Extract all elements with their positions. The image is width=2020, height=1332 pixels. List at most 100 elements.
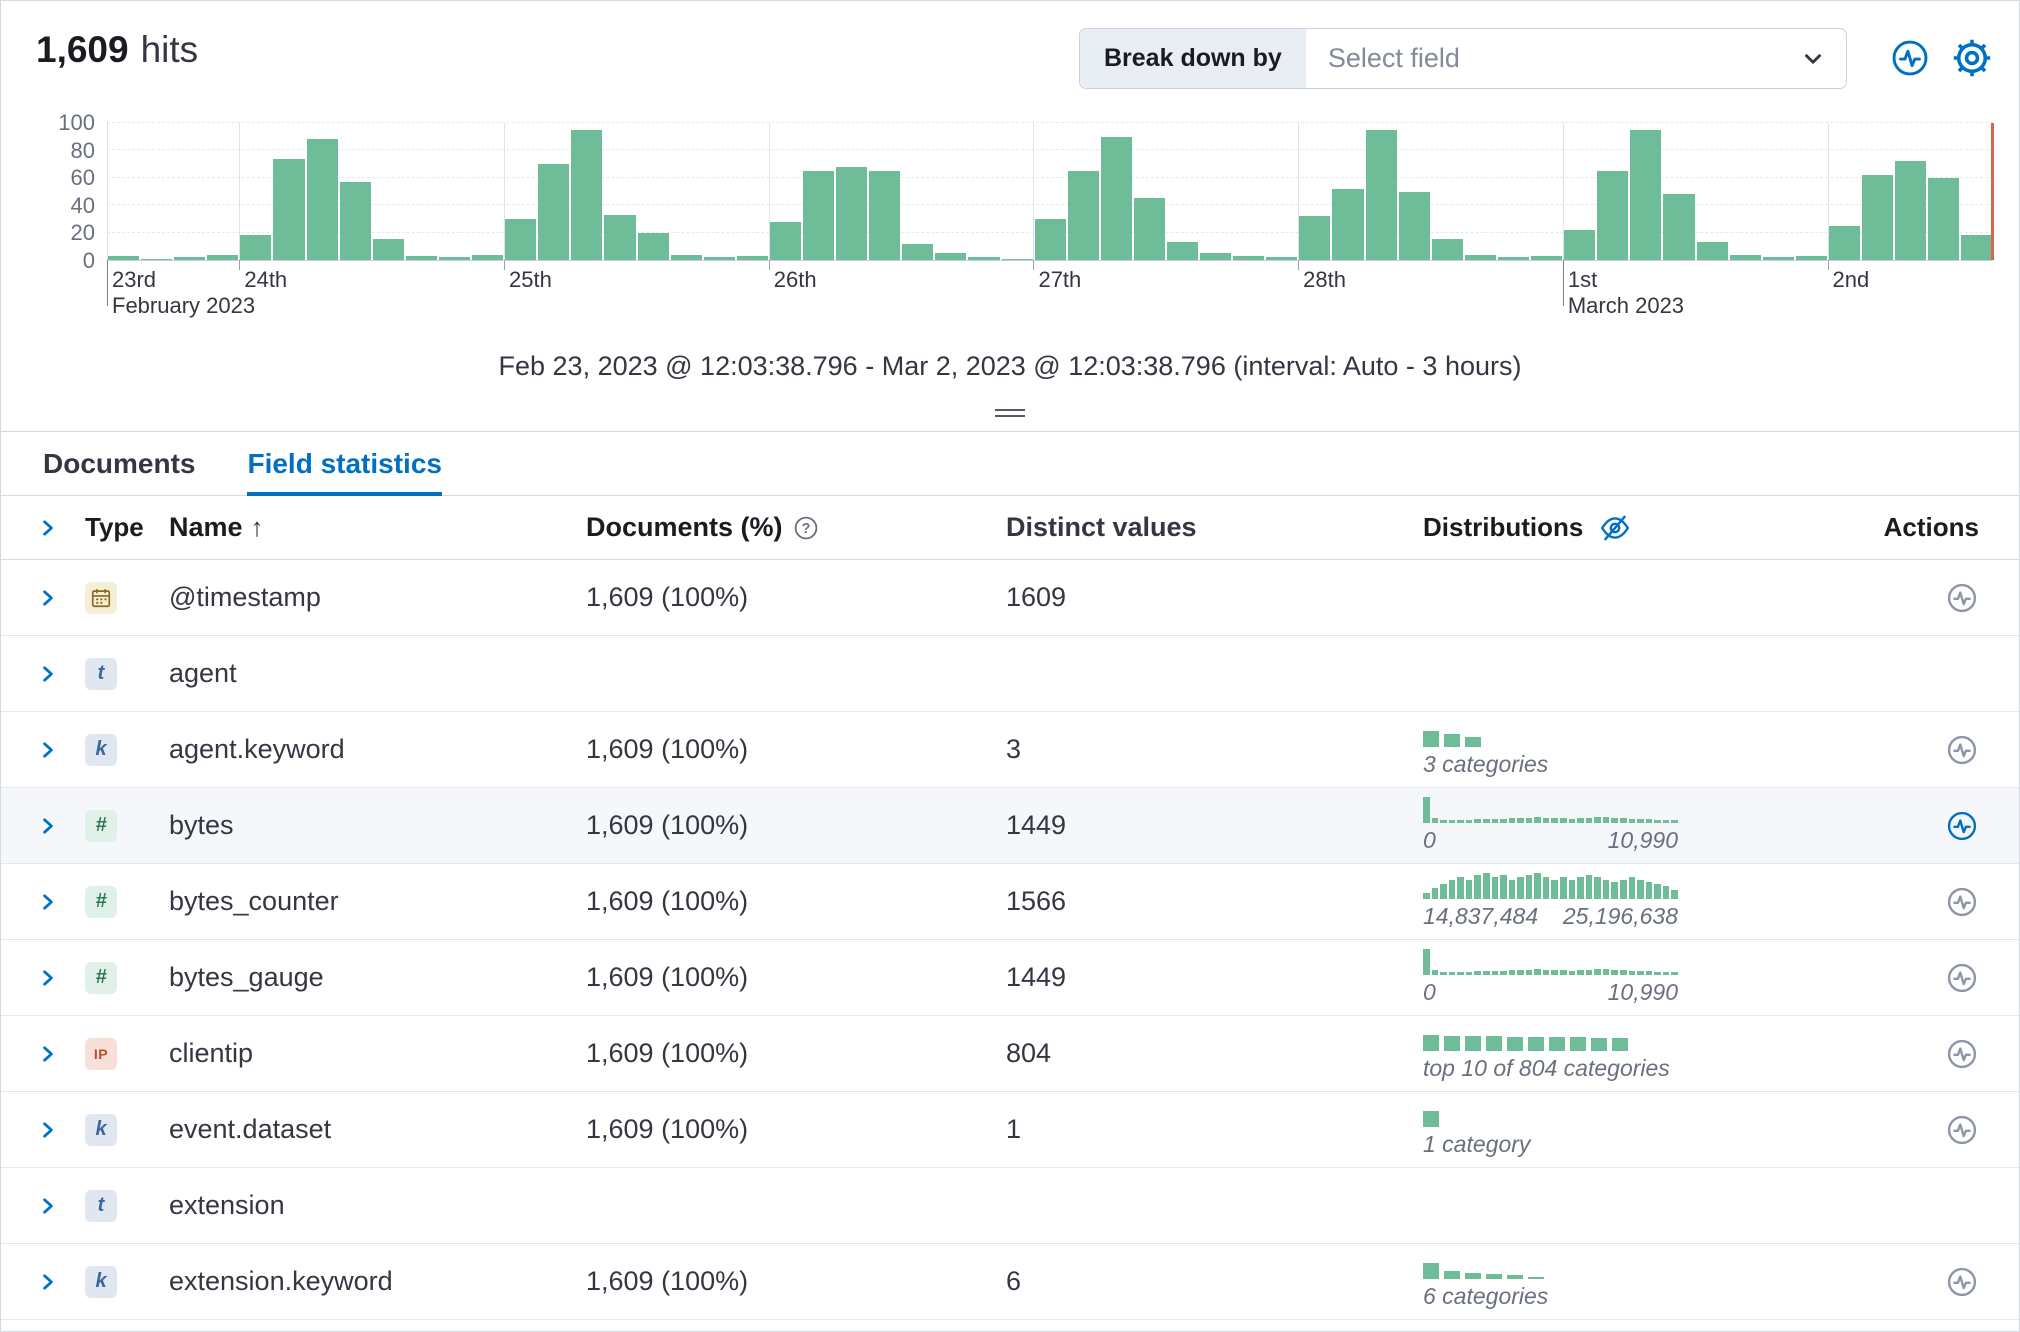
expand-row-icon[interactable] bbox=[37, 967, 59, 989]
histogram-bar[interactable] bbox=[340, 182, 371, 260]
visualize-field-icon[interactable] bbox=[1945, 581, 1979, 615]
visualize-field-icon[interactable] bbox=[1945, 1037, 1979, 1071]
visualize-field-icon[interactable] bbox=[1945, 961, 1979, 995]
histogram-bar[interactable] bbox=[571, 130, 602, 260]
histogram-bar[interactable] bbox=[1763, 257, 1794, 260]
histogram-bar[interactable] bbox=[505, 219, 536, 260]
histogram-bar[interactable] bbox=[1101, 137, 1132, 260]
histogram-bar[interactable] bbox=[604, 215, 635, 260]
histogram-bar[interactable] bbox=[141, 259, 172, 260]
field-name[interactable]: bytes bbox=[151, 810, 571, 841]
field-name[interactable]: agent.keyword bbox=[151, 734, 571, 765]
help-icon[interactable]: ? bbox=[793, 515, 819, 541]
col-name[interactable]: Name ↑ bbox=[151, 512, 571, 543]
histogram-bar[interactable] bbox=[273, 159, 304, 260]
histogram-bar[interactable] bbox=[472, 255, 503, 260]
histogram-bar[interactable] bbox=[1663, 194, 1694, 260]
visualize-field-icon[interactable] bbox=[1945, 733, 1979, 767]
gear-icon[interactable] bbox=[1951, 37, 1993, 79]
expand-all-icon[interactable] bbox=[37, 517, 59, 539]
field-name[interactable]: bytes_counter bbox=[151, 886, 571, 917]
histogram-bar[interactable] bbox=[1134, 198, 1165, 260]
expand-row-icon[interactable] bbox=[37, 1119, 59, 1141]
tab-documents[interactable]: Documents bbox=[43, 432, 195, 495]
histogram-bar[interactable] bbox=[737, 256, 768, 260]
histogram-bar[interactable] bbox=[207, 255, 238, 260]
expand-row-icon[interactable] bbox=[37, 587, 59, 609]
expand-row-icon[interactable] bbox=[37, 663, 59, 685]
histogram-bar[interactable] bbox=[1233, 256, 1264, 260]
eye-slash-icon[interactable] bbox=[1599, 512, 1631, 544]
histogram-bar[interactable] bbox=[1597, 171, 1628, 260]
histogram-bar[interactable] bbox=[373, 239, 404, 260]
histogram-bar[interactable] bbox=[1366, 130, 1397, 260]
histogram-bar[interactable] bbox=[1167, 242, 1198, 260]
visualize-field-icon[interactable] bbox=[1945, 1113, 1979, 1147]
field-name[interactable]: @timestamp bbox=[151, 582, 571, 613]
field-name[interactable]: bytes_gauge bbox=[151, 962, 571, 993]
histogram-bar[interactable] bbox=[1630, 130, 1661, 260]
histogram-bar[interactable] bbox=[1332, 189, 1363, 260]
histogram-bar[interactable] bbox=[704, 257, 735, 260]
histogram-bar[interactable] bbox=[1399, 192, 1430, 261]
histogram-bar[interactable] bbox=[174, 257, 205, 260]
histogram-bar[interactable] bbox=[1266, 257, 1297, 260]
visualize-field-icon[interactable] bbox=[1945, 885, 1979, 919]
histogram-bar[interactable] bbox=[1796, 256, 1827, 260]
expand-row-icon[interactable] bbox=[37, 1195, 59, 1217]
histogram-bar[interactable] bbox=[1002, 259, 1033, 260]
expand-row-icon[interactable] bbox=[37, 1271, 59, 1293]
chart-options-icon[interactable] bbox=[1889, 37, 1931, 79]
histogram-bar[interactable] bbox=[1564, 230, 1595, 260]
expand-row-icon[interactable] bbox=[37, 1043, 59, 1065]
breakdown-select[interactable]: Select field bbox=[1306, 29, 1846, 88]
histogram-bar[interactable] bbox=[1531, 256, 1562, 260]
histogram-bar[interactable] bbox=[1035, 219, 1066, 260]
hits-histogram[interactable]: 020406080100 23rdFebruary 202324th25th26… bbox=[37, 123, 1997, 323]
field-name[interactable]: extension bbox=[151, 1190, 571, 1221]
tab-field-statistics[interactable]: Field statistics bbox=[247, 432, 442, 495]
histogram-bar[interactable] bbox=[902, 244, 933, 260]
histogram-bar[interactable] bbox=[869, 171, 900, 260]
field-name[interactable]: clientip bbox=[151, 1038, 571, 1069]
histogram-bar[interactable] bbox=[1961, 235, 1992, 260]
histogram-bar[interactable] bbox=[1895, 161, 1926, 260]
sort-ascending-icon[interactable]: ↑ bbox=[251, 512, 264, 543]
histogram-plot[interactable] bbox=[107, 123, 1993, 261]
visualize-field-icon[interactable] bbox=[1945, 1265, 1979, 1299]
histogram-bar[interactable] bbox=[968, 257, 999, 260]
expand-row-icon[interactable] bbox=[37, 815, 59, 837]
histogram-bar[interactable] bbox=[406, 256, 437, 260]
histogram-bar[interactable] bbox=[108, 256, 139, 260]
histogram-bar[interactable] bbox=[1829, 226, 1860, 260]
histogram-bar[interactable] bbox=[538, 164, 569, 260]
histogram-bar[interactable] bbox=[1200, 253, 1231, 260]
histogram-bar[interactable] bbox=[1068, 171, 1099, 260]
histogram-bar[interactable] bbox=[1498, 257, 1529, 260]
visualize-field-icon[interactable] bbox=[1945, 809, 1979, 843]
histogram-bar[interactable] bbox=[935, 253, 966, 260]
histogram-bar[interactable] bbox=[1928, 178, 1959, 260]
histogram-bar[interactable] bbox=[240, 235, 271, 260]
histogram-bar[interactable] bbox=[803, 171, 834, 260]
histogram-bar[interactable] bbox=[307, 139, 338, 260]
histogram-bar[interactable] bbox=[770, 222, 801, 260]
expand-row-icon[interactable] bbox=[37, 891, 59, 913]
histogram-bar[interactable] bbox=[1465, 255, 1496, 260]
field-name[interactable]: event.dataset bbox=[151, 1114, 571, 1145]
field-name[interactable]: extension.keyword bbox=[151, 1266, 571, 1297]
histogram-bars[interactable] bbox=[107, 123, 1993, 260]
expand-row-icon[interactable] bbox=[37, 739, 59, 761]
histogram-bar[interactable] bbox=[1697, 242, 1728, 260]
histogram-bar[interactable] bbox=[638, 233, 669, 260]
histogram-bar[interactable] bbox=[439, 257, 470, 260]
histogram-bar[interactable] bbox=[671, 255, 702, 260]
col-documents[interactable]: Documents (%) ? bbox=[571, 512, 991, 543]
breakdown-control[interactable]: Break down by Select field bbox=[1079, 28, 1847, 89]
field-name[interactable]: agent bbox=[151, 658, 571, 689]
col-distinct-values[interactable]: Distinct values bbox=[991, 512, 1411, 543]
histogram-bar[interactable] bbox=[1862, 175, 1893, 260]
histogram-bar[interactable] bbox=[1299, 216, 1330, 260]
histogram-bar[interactable] bbox=[1730, 255, 1761, 260]
histogram-bar[interactable] bbox=[1432, 239, 1463, 260]
